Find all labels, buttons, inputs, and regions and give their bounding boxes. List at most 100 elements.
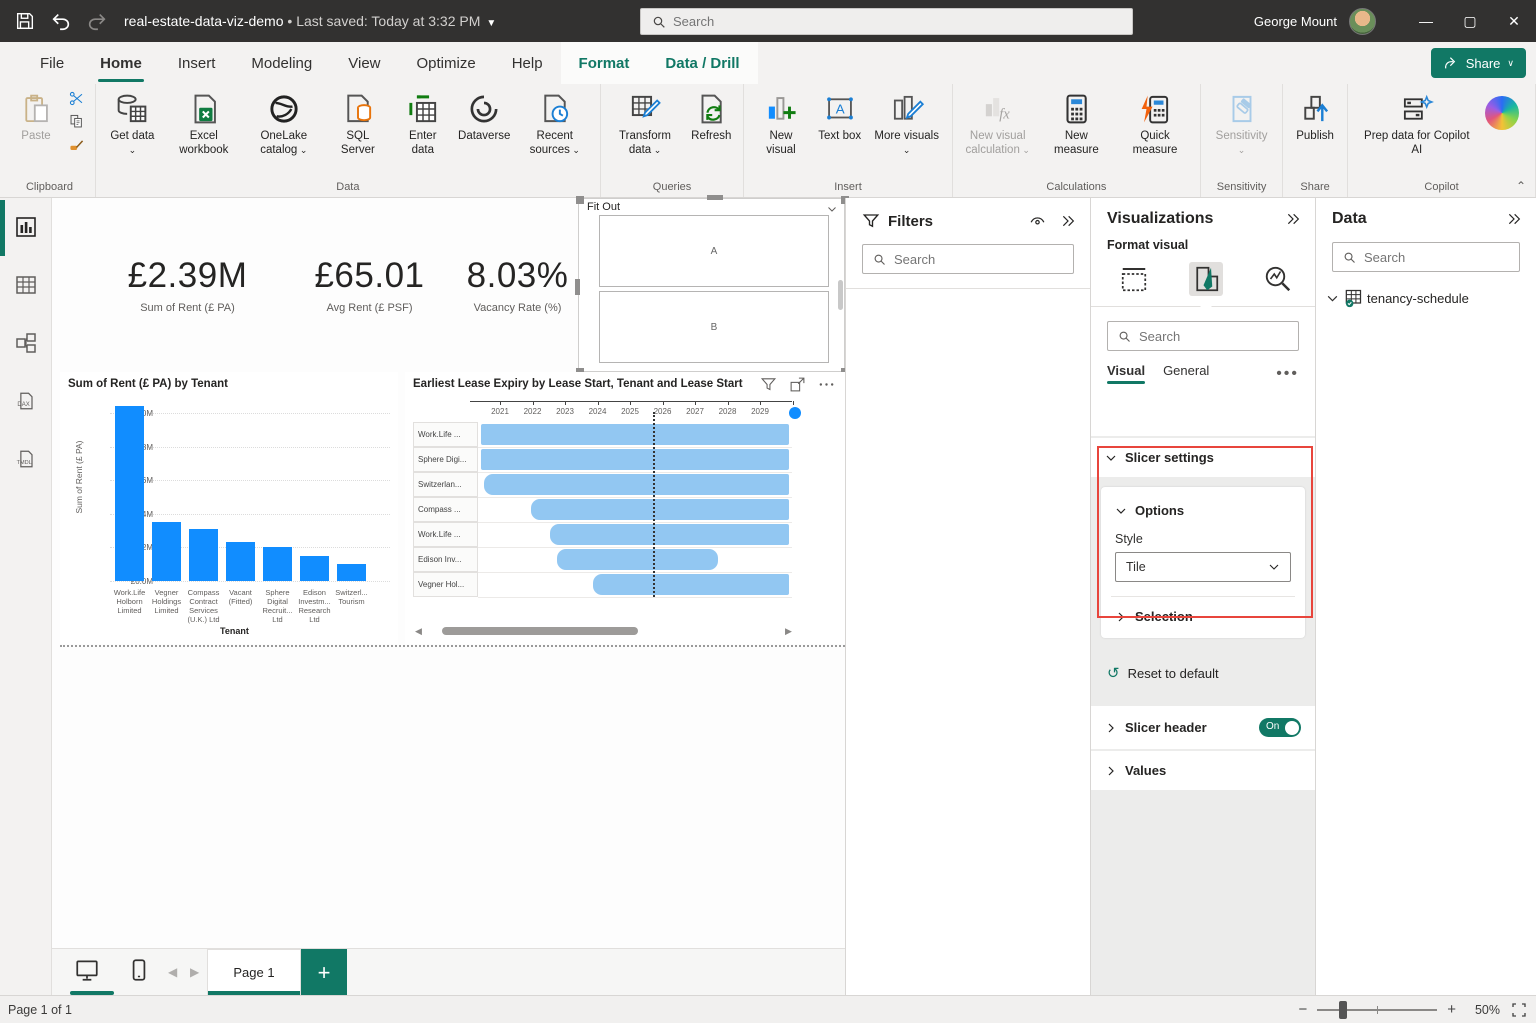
ribbon-button-paste[interactable]: Paste (10, 88, 62, 143)
gantt-bar[interactable] (557, 549, 718, 570)
values-section[interactable]: Values (1091, 751, 1315, 790)
more-options-icon[interactable] (818, 376, 835, 393)
bar-4[interactable] (263, 547, 292, 581)
format-search-input[interactable] (1139, 329, 1289, 344)
ribbon-button-prep-data-for-copilot-ai[interactable]: Prep data for Copilot AI (1354, 88, 1479, 157)
format-search[interactable] (1107, 321, 1299, 351)
report-view-button[interactable] (0, 198, 52, 256)
ribbon-button-sensitivity[interactable]: Sensitivity ⌄ (1207, 88, 1276, 157)
gantt-bar[interactable] (550, 524, 789, 545)
add-page-button[interactable]: + (301, 949, 347, 996)
slicer-tile-b[interactable]: B (599, 291, 829, 363)
next-page-icon[interactable]: ▶ (190, 965, 199, 979)
bar-5[interactable] (300, 556, 329, 581)
document-title[interactable]: real-estate-data-viz-demo • Last saved: … (124, 13, 496, 29)
menu-item-file[interactable]: File (22, 42, 82, 84)
style-dropdown[interactable]: Tile (1115, 552, 1291, 582)
bar-6[interactable] (337, 564, 366, 581)
menu-item-home[interactable]: Home (82, 42, 160, 84)
global-search[interactable] (640, 8, 1133, 35)
painter-icon[interactable] (68, 136, 85, 153)
menu-item-view[interactable]: View (330, 42, 398, 84)
zoom-in-button[interactable]: + (1447, 1001, 1456, 1018)
ribbon-collapse-icon[interactable]: ⌃ (1516, 179, 1526, 193)
share-button[interactable]: Share ∨ (1431, 48, 1526, 78)
copilot-logo-icon[interactable] (1485, 96, 1519, 130)
kpi-card[interactable]: £2.39MSum of Rent (£ PA) (100, 256, 275, 314)
table-view-button[interactable] (0, 256, 52, 314)
gantt-bar[interactable] (481, 424, 789, 445)
gantt-scroll-dot[interactable] (789, 407, 801, 419)
ribbon-button-new-measure[interactable]: New measure (1039, 88, 1114, 157)
gantt-chart-visual[interactable]: Earliest Lease Expiry by Lease Start, Te… (405, 372, 845, 644)
selection-handle[interactable] (575, 279, 580, 295)
menu-item-help[interactable]: Help (494, 42, 561, 84)
desktop-layout-button[interactable] (74, 957, 100, 988)
prev-page-icon[interactable]: ◀ (168, 965, 177, 979)
gantt-scroll-left-icon[interactable]: ◀ (415, 626, 422, 637)
options-section[interactable]: Options (1101, 491, 1305, 524)
gantt-bar[interactable] (531, 499, 789, 520)
fit-to-page-icon[interactable] (1510, 1001, 1528, 1019)
maximize-button[interactable]: ▢ (1448, 0, 1492, 42)
user-name[interactable]: George Mount (1254, 14, 1337, 29)
collapse-pane-icon[interactable] (1285, 211, 1301, 227)
analytics-icon[interactable] (1261, 262, 1295, 296)
ribbon-button-refresh[interactable]: Refresh (685, 88, 737, 143)
collapse-pane-icon[interactable] (1506, 211, 1522, 227)
ribbon-button-transform-data[interactable]: Transform data ⌄ (607, 88, 684, 157)
gantt-scroll-right-icon[interactable]: ▶ (785, 626, 792, 637)
reset-to-default-button[interactable]: ↺ Reset to default (1091, 650, 1315, 696)
canvas-scrollbar-thumb[interactable] (838, 280, 843, 310)
ribbon-button-onelake-catalog[interactable]: OneLake catalog ⌄ (245, 88, 323, 157)
ribbon-button-new-visual[interactable]: New visual (750, 88, 811, 157)
zoom-slider-thumb[interactable] (1339, 1001, 1347, 1019)
zoom-out-button[interactable]: − (1298, 1001, 1307, 1018)
minimize-button[interactable]: — (1404, 0, 1448, 42)
ribbon-button-publish[interactable]: Publish (1289, 88, 1341, 143)
title-dropdown-caret[interactable]: ▼ (486, 18, 496, 29)
ribbon-button-recent-sources[interactable]: Recent sources ⌄ (516, 88, 594, 157)
slicer-settings-section[interactable]: Slicer settings (1091, 438, 1315, 477)
ribbon-button-sql-server[interactable]: SQL Server (325, 88, 391, 157)
menu-item-data-drill[interactable]: Data / Drill (647, 42, 757, 84)
filter-funnel-icon[interactable] (760, 376, 777, 393)
selection-handle[interactable] (576, 196, 584, 204)
gantt-bar[interactable] (484, 474, 790, 495)
avatar[interactable] (1349, 8, 1376, 35)
tab-visual[interactable]: Visual (1107, 363, 1145, 384)
copy-icon[interactable] (68, 113, 85, 130)
filters-search-input[interactable] (894, 252, 1044, 267)
gantt-bar[interactable] (593, 574, 790, 595)
menu-item-optimize[interactable]: Optimize (399, 42, 494, 84)
gantt-scrollbar-thumb[interactable] (442, 627, 638, 635)
tabs-more-icon[interactable]: ••• (1276, 365, 1299, 383)
tab-general[interactable]: General (1163, 363, 1209, 384)
bar-1[interactable] (152, 522, 181, 581)
selection-section[interactable]: Selection (1101, 597, 1305, 636)
data-search-input[interactable] (1364, 250, 1514, 265)
bar-2[interactable] (189, 529, 218, 581)
build-visual-icon[interactable] (1117, 262, 1151, 296)
slicer-header-section[interactable]: Slicer header On (1091, 706, 1315, 749)
save-icon[interactable] (14, 10, 36, 32)
report-canvas[interactable]: £2.39MSum of Rent (£ PA)£65.01Avg Rent (… (52, 198, 845, 948)
collapse-pane-icon[interactable] (1060, 213, 1076, 229)
tmdl-view-button[interactable]: TMDL (0, 430, 52, 488)
data-search[interactable] (1332, 242, 1520, 272)
format-visual-icon[interactable] (1189, 262, 1223, 296)
close-button[interactable]: ✕ (1492, 0, 1536, 42)
zoom-slider[interactable] (1317, 1009, 1437, 1011)
ribbon-button-excel-workbook[interactable]: Excel workbook (165, 88, 243, 157)
menu-item-modeling[interactable]: Modeling (233, 42, 330, 84)
menu-item-insert[interactable]: Insert (160, 42, 234, 84)
ribbon-button-quick-measure[interactable]: Quick measure (1116, 88, 1194, 157)
bar-chart-visual[interactable]: Sum of Rent (£ PA) by Tenant £0.0M£0.2M£… (60, 372, 398, 644)
ribbon-button-new-visual-calculation[interactable]: fxNew visual calculation ⌄ (959, 88, 1037, 157)
search-input[interactable] (673, 14, 1053, 29)
slicer-tile-a[interactable]: A (599, 215, 829, 287)
focus-mode-icon[interactable] (789, 376, 806, 393)
page-tab[interactable]: Page 1 (207, 949, 301, 996)
ribbon-button-text-box[interactable]: AText box (814, 88, 866, 143)
gantt-bar[interactable] (481, 449, 789, 470)
